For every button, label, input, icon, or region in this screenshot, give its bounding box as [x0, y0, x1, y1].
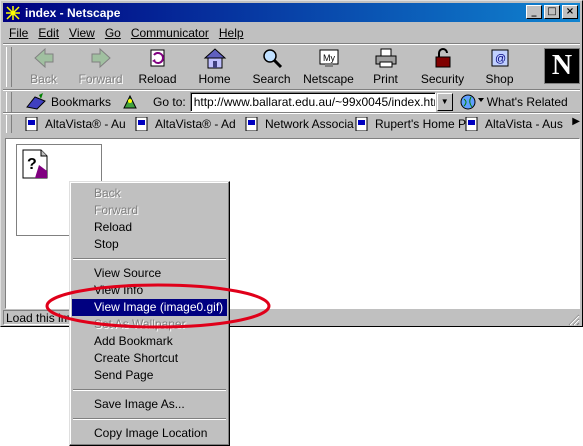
toolbar-scroll-right-icon[interactable]: ▶	[572, 116, 580, 127]
shop-button[interactable]: @ Shop	[471, 45, 528, 89]
menu-bar: File Edit View Go Communicator Help	[3, 23, 580, 42]
context-menu: Back Forward Reload Stop View Source Vie…	[69, 181, 230, 446]
title-bar[interactable]: index - Netscape _ □ ×	[3, 3, 580, 22]
context-view-source[interactable]: View Source	[72, 265, 227, 282]
page-proxy-icon[interactable]	[121, 93, 139, 111]
netscape-app-icon	[5, 4, 21, 21]
context-view-image[interactable]: View Image (image0.gif)	[72, 299, 227, 316]
navigation-toolbar: Back Forward Reload Home Search My Netsc…	[15, 45, 528, 89]
context-create-shortcut[interactable]: Create Shortcut	[72, 350, 227, 367]
url-input[interactable]: http://www.ballarat.edu.au/~99x0045/inde…	[189, 92, 436, 112]
whats-related-icon[interactable]	[459, 93, 485, 111]
context-back: Back	[94, 186, 121, 200]
context-add-bookmark[interactable]: Add Bookmark	[72, 333, 227, 350]
context-view-info[interactable]: View Info	[72, 282, 227, 299]
whats-related-button[interactable]: What's Related	[487, 95, 568, 109]
svg-text:@: @	[495, 53, 506, 65]
menu-communicator[interactable]: Communicator	[131, 26, 209, 40]
context-forward: Forward	[94, 203, 139, 217]
resize-grip-icon[interactable]	[568, 314, 580, 326]
bookmark-page-icon	[245, 116, 259, 132]
minimize-button[interactable]: _	[526, 5, 542, 19]
menu-view[interactable]: View	[69, 26, 95, 40]
context-reload[interactable]: Reload	[72, 219, 227, 236]
toolbar-grip[interactable]	[6, 47, 12, 87]
context-send-page[interactable]: Send Page	[72, 367, 227, 384]
toolbar-grip[interactable]	[6, 115, 12, 133]
personal-bookmark[interactable]: Rupert's Home P	[355, 116, 466, 132]
reload-button[interactable]: Reload	[129, 45, 186, 89]
location-toolbar: Bookmarks Go to: http://www.ballarat.edu…	[15, 91, 580, 113]
svg-text:My: My	[323, 53, 335, 63]
goto-label: Go to:	[153, 95, 186, 109]
personal-bookmark[interactable]: AltaVista® - Au	[25, 116, 126, 132]
security-button[interactable]: Security	[414, 45, 471, 89]
close-button[interactable]: ×	[562, 5, 578, 19]
back-button[interactable]: Back	[15, 45, 72, 89]
personal-bookmark[interactable]: AltaVista® - Ad	[135, 116, 236, 132]
bookmark-page-icon	[355, 116, 369, 132]
print-button[interactable]: Print	[357, 45, 414, 89]
menu-separator	[73, 389, 226, 391]
forward-button[interactable]: Forward	[72, 45, 129, 89]
personal-bookmark[interactable]: AltaVista - Aus	[465, 116, 563, 132]
menu-edit[interactable]: Edit	[38, 26, 59, 40]
url-dropdown-button[interactable]: ▼	[436, 93, 453, 111]
bookmark-page-icon	[465, 116, 479, 132]
personal-toolbar: AltaVista® - Au AltaVista® - Ad Network …	[15, 114, 580, 134]
search-icon	[260, 47, 284, 69]
maximize-button[interactable]: □	[544, 5, 560, 19]
context-save-image-as[interactable]: Save Image As...	[72, 396, 227, 413]
context-copy-image-location[interactable]: Copy Image Location	[72, 425, 227, 442]
home-icon	[203, 47, 227, 69]
context-set-wallpaper: Set As Wallpaper	[94, 317, 186, 331]
my-netscape-icon: My	[317, 47, 341, 69]
reload-icon	[146, 47, 170, 69]
toolbar-grip[interactable]	[6, 92, 12, 112]
menu-separator	[73, 258, 226, 260]
broken-image-icon: ?	[21, 149, 49, 179]
context-stop[interactable]: Stop	[72, 236, 227, 253]
menu-go[interactable]: Go	[105, 26, 121, 40]
security-lock-icon	[431, 47, 455, 69]
bookmark-page-icon	[25, 116, 39, 132]
shop-icon: @	[488, 47, 512, 69]
bookmarks-icon[interactable]	[25, 93, 47, 111]
window-title: index - Netscape	[25, 5, 121, 20]
svg-text:?: ?	[27, 156, 37, 173]
bookmarks-button[interactable]: Bookmarks	[51, 95, 111, 109]
menu-help[interactable]: Help	[219, 26, 244, 40]
personal-bookmark[interactable]: Network Associa	[245, 116, 354, 132]
home-button[interactable]: Home	[186, 45, 243, 89]
bookmark-page-icon	[135, 116, 149, 132]
search-button[interactable]: Search	[243, 45, 300, 89]
forward-arrow-icon	[89, 47, 113, 69]
menu-file[interactable]: File	[9, 26, 28, 40]
back-arrow-icon	[32, 47, 56, 69]
netscape-button[interactable]: My Netscape	[300, 45, 357, 89]
menu-separator	[73, 418, 226, 420]
print-icon	[374, 47, 398, 69]
netscape-logo[interactable]: N	[544, 48, 580, 84]
